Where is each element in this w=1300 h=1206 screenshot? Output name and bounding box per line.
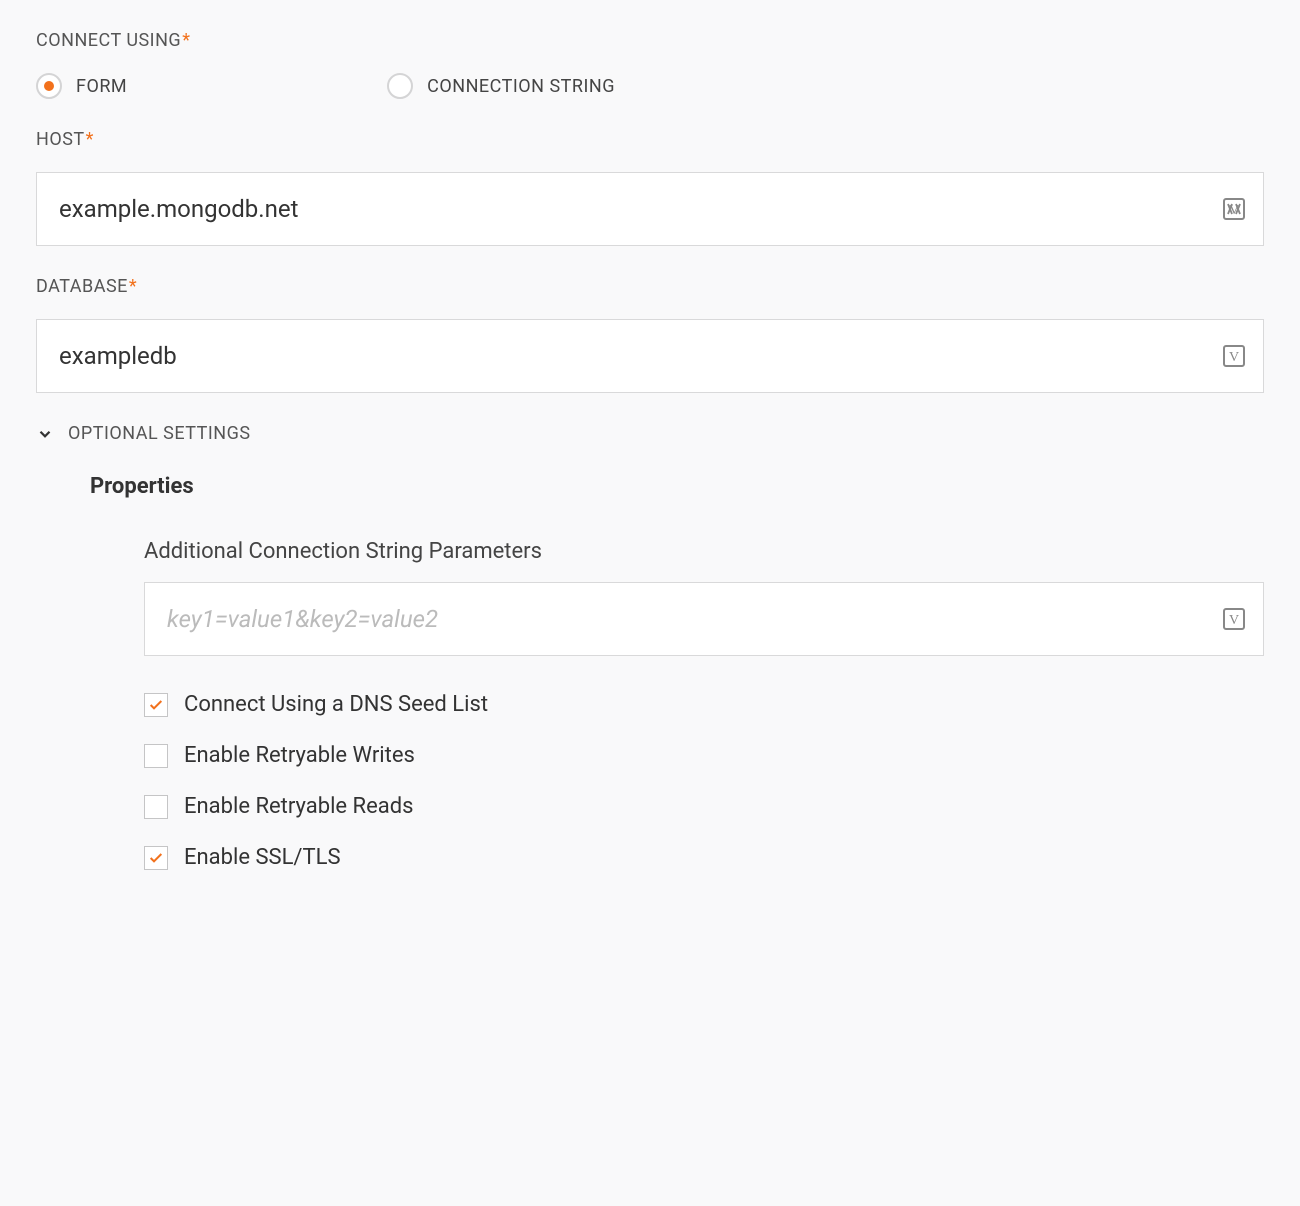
checkbox-ssl-tls-box (144, 846, 168, 870)
additional-params-input[interactable] (144, 582, 1264, 656)
radio-form-option[interactable]: FORM (36, 73, 127, 99)
checkbox-dns-seed-list[interactable]: Connect Using a DNS Seed List (144, 692, 1264, 717)
optional-settings-label: OPTIONAL SETTINGS (68, 423, 251, 444)
host-input-wrapper: V (36, 172, 1264, 246)
connect-using-radio-group: FORM CONNECTION STRING (36, 73, 1264, 99)
connect-using-section: CONNECT USING* FORM CONNECTION STRING (36, 30, 1264, 99)
svg-text:V: V (1229, 350, 1239, 365)
checkbox-dns-seed-list-label: Connect Using a DNS Seed List (184, 692, 488, 717)
properties-block: Additional Connection String Parameters … (144, 539, 1264, 870)
checkbox-dns-seed-list-box (144, 693, 168, 717)
variable-icon[interactable]: V (1222, 607, 1246, 631)
host-input[interactable] (36, 172, 1264, 246)
additional-params-label: Additional Connection String Parameters (144, 539, 1264, 564)
check-icon (148, 850, 164, 866)
check-icon (148, 697, 164, 713)
radio-form-label: FORM (76, 76, 127, 97)
radio-form-circle (36, 73, 62, 99)
checkbox-ssl-tls[interactable]: Enable SSL/TLS (144, 845, 1264, 870)
checkbox-retryable-reads-box (144, 795, 168, 819)
checkbox-retryable-reads-label: Enable Retryable Reads (184, 794, 414, 819)
host-label: HOST* (36, 129, 1264, 150)
checkbox-retryable-writes-label: Enable Retryable Writes (184, 743, 415, 768)
checkbox-retryable-writes[interactable]: Enable Retryable Writes (144, 743, 1264, 768)
required-asterisk: * (182, 30, 190, 51)
variable-icon[interactable]: V (1222, 344, 1246, 368)
database-section: DATABASE* V (36, 276, 1264, 393)
svg-text:V: V (1229, 613, 1239, 628)
radio-connection-string-circle (387, 73, 413, 99)
svg-text:V: V (1229, 203, 1239, 218)
radio-connection-string-label: CONNECTION STRING (427, 76, 615, 97)
required-asterisk: * (129, 276, 137, 297)
connect-using-label: CONNECT USING* (36, 30, 1264, 51)
checkbox-ssl-tls-label: Enable SSL/TLS (184, 845, 341, 870)
additional-params-input-wrapper: V (144, 582, 1264, 656)
properties-heading: Properties (90, 474, 1264, 499)
database-label-text: DATABASE (36, 276, 128, 297)
database-label: DATABASE* (36, 276, 1264, 297)
checkbox-retryable-reads[interactable]: Enable Retryable Reads (144, 794, 1264, 819)
database-input-wrapper: V (36, 319, 1264, 393)
required-asterisk: * (86, 129, 94, 150)
connect-using-label-text: CONNECT USING (36, 30, 181, 51)
optional-settings-toggle[interactable]: OPTIONAL SETTINGS (36, 423, 1264, 444)
radio-connection-string-option[interactable]: CONNECTION STRING (387, 73, 615, 99)
database-input[interactable] (36, 319, 1264, 393)
chevron-down-icon (36, 425, 54, 443)
checkbox-retryable-writes-box (144, 744, 168, 768)
variable-icon[interactable]: V (1222, 197, 1246, 221)
host-label-text: HOST (36, 129, 85, 150)
host-section: HOST* V (36, 129, 1264, 246)
